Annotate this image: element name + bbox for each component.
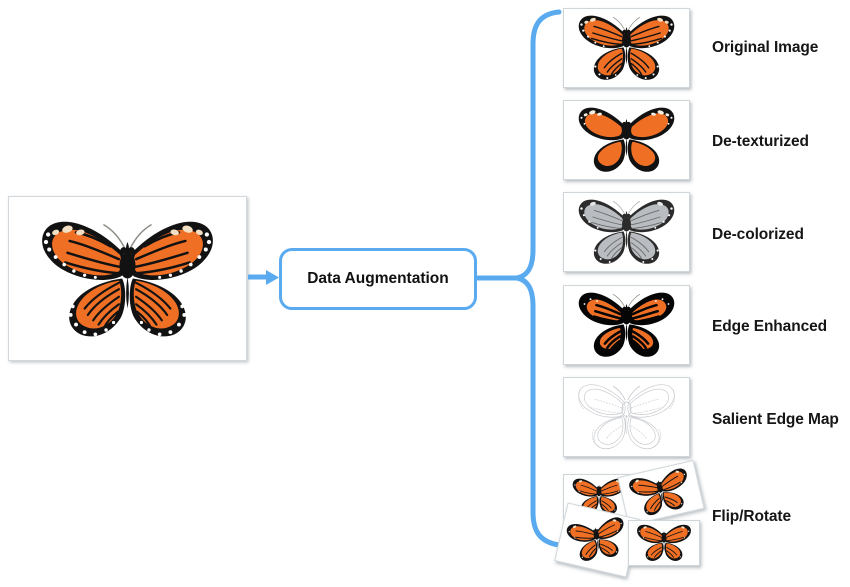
label-de-colorized: De-colorized [712, 226, 804, 243]
thumb-salient-edge-map[interactable] [563, 377, 690, 457]
butterfly-flip-rotate-icon [629, 521, 699, 565]
curly-brace-icon [474, 9, 562, 548]
label-de-texturized: De-texturized [712, 133, 809, 150]
butterfly-detexturized-icon [578, 107, 689, 172]
butterfly-original-icon [578, 9, 689, 87]
butterfly-flip-rotate-icon [619, 461, 704, 525]
butterfly-salient-edge-icon [578, 384, 689, 450]
data-augmentation-label: Data Augmentation [307, 270, 449, 287]
label-salient-edge-map: Salient Edge Map [712, 411, 839, 428]
label-flip-rotate: Flip/Rotate [712, 508, 791, 525]
thumb-flip-rotate-collage[interactable] [550, 459, 705, 582]
source-image-frame [8, 196, 247, 361]
right-arrow-icon [248, 270, 279, 285]
butterfly-edge-enhanced-icon [578, 286, 689, 364]
thumb-de-texturized[interactable] [563, 100, 690, 180]
data-augmentation-box[interactable]: Data Augmentation [279, 248, 477, 310]
butterfly-decolorized-icon [578, 193, 689, 271]
thumb-de-colorized[interactable] [563, 192, 690, 272]
thumb-edge-enhanced[interactable] [563, 285, 690, 365]
butterfly-source-illustration [42, 221, 213, 337]
label-original-image: Original Image [712, 39, 819, 56]
flip-rotate-card-4[interactable] [628, 520, 700, 566]
thumb-original-image[interactable] [563, 8, 690, 88]
label-edge-enhanced: Edge Enhanced [712, 318, 827, 335]
